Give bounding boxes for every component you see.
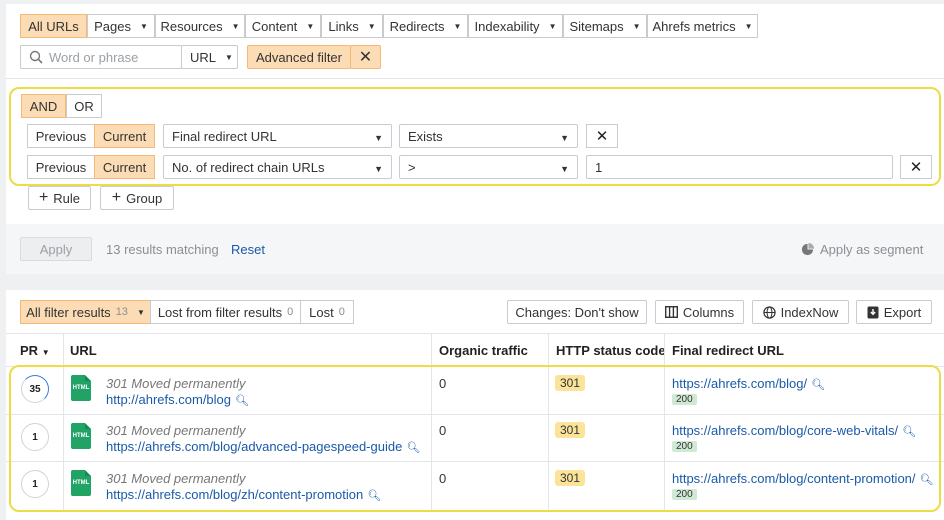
- scope-select[interactable]: URL ▼: [181, 45, 238, 69]
- tab-redirects[interactable]: Redirects ▼: [383, 14, 468, 38]
- all-filter-results-tab[interactable]: All filter results 13 ▼: [20, 300, 151, 324]
- chevron-down-icon: ▼: [374, 133, 383, 143]
- tab-links[interactable]: Links ▼: [321, 14, 383, 38]
- plus-icon: +: [111, 189, 122, 206]
- indexnow-button[interactable]: IndexNow: [752, 300, 849, 324]
- column-header-organic-traffic[interactable]: Organic traffic: [439, 343, 528, 358]
- chevron-down-icon: ▼: [306, 21, 315, 31]
- rows-highlight: [9, 365, 941, 512]
- tab-ahrefs-metrics[interactable]: Ahrefs metrics ▼: [647, 14, 758, 38]
- column-header-url[interactable]: URL: [70, 343, 97, 358]
- close-icon: ✕: [595, 128, 609, 145]
- rule2-remove-button[interactable]: ✕: [900, 155, 932, 179]
- chevron-down-icon: ▼: [453, 21, 462, 31]
- chevron-down-icon: ▼: [136, 307, 145, 317]
- rule1-current-button[interactable]: Current: [94, 124, 155, 148]
- rule1-previous-button[interactable]: Previous: [27, 124, 95, 148]
- pie-chart-icon: [801, 243, 814, 256]
- rule2-field-select[interactable]: No. of redirect chain URLs ▼: [163, 155, 392, 179]
- tab-content[interactable]: Content ▼: [245, 14, 321, 38]
- rule2-current-button[interactable]: Current: [94, 155, 155, 179]
- add-group-button[interactable]: + Group: [100, 186, 174, 210]
- lost-tab[interactable]: Lost 0: [300, 300, 354, 324]
- tab-indexability[interactable]: Indexability ▼: [468, 14, 563, 38]
- apply-button[interactable]: Apply: [20, 237, 92, 261]
- column-header-http-status[interactable]: HTTP status code: [556, 343, 666, 358]
- tab-resources[interactable]: Resources ▼: [155, 14, 245, 38]
- download-icon: [867, 306, 879, 318]
- changes-button[interactable]: Changes: Don't show: [507, 300, 647, 324]
- tab-sitemaps[interactable]: Sitemaps ▼: [563, 14, 647, 38]
- rule2-operator-select[interactable]: > ▼: [399, 155, 578, 179]
- sort-down-icon: ▼: [41, 348, 50, 357]
- rule2-previous-button[interactable]: Previous: [27, 155, 95, 179]
- close-icon: ✕: [909, 159, 923, 176]
- chevron-down-icon: ▼: [139, 21, 148, 31]
- column-header-pr[interactable]: PR ▼: [20, 343, 50, 358]
- chevron-down-icon: ▼: [548, 21, 557, 31]
- divider: [6, 78, 944, 79]
- columns-button[interactable]: Columns: [655, 300, 744, 324]
- column-header-final-redirect[interactable]: Final redirect URL: [672, 343, 784, 358]
- chevron-down-icon: ▼: [374, 164, 383, 174]
- logic-and-button[interactable]: AND: [21, 94, 66, 118]
- tab-all-urls[interactable]: All URLs: [20, 14, 87, 38]
- plus-icon: +: [38, 189, 49, 206]
- apply-segment-button[interactable]: Apply as segment: [801, 242, 923, 257]
- search-icon: [29, 50, 43, 64]
- chevron-down-icon: ▼: [225, 52, 233, 62]
- chevron-down-icon: ▼: [632, 21, 641, 31]
- results-matching-text: 13 results matching: [106, 242, 219, 257]
- advanced-filter-button[interactable]: Advanced filter: [247, 45, 351, 69]
- logic-or-button[interactable]: OR: [66, 94, 102, 118]
- search-input[interactable]: Word or phrase: [20, 45, 182, 69]
- chevron-down-icon: ▼: [560, 133, 569, 143]
- chevron-down-icon: ▼: [367, 21, 376, 31]
- rule1-field-select[interactable]: Final redirect URL ▼: [163, 124, 392, 148]
- close-icon: ✕: [358, 49, 373, 66]
- chevron-down-icon: ▼: [560, 164, 569, 174]
- columns-icon: [664, 306, 678, 318]
- rule2-value-input[interactable]: 1: [586, 155, 893, 179]
- reset-link[interactable]: Reset: [231, 242, 265, 257]
- chevron-down-icon: ▼: [744, 21, 753, 31]
- divider: [6, 333, 944, 334]
- rule1-operator-select[interactable]: Exists ▼: [399, 124, 578, 148]
- lost-from-filter-tab[interactable]: Lost from filter results 0: [150, 300, 301, 324]
- rule1-remove-button[interactable]: ✕: [586, 124, 618, 148]
- tab-pages[interactable]: Pages ▼: [87, 14, 155, 38]
- chevron-down-icon: ▼: [231, 21, 240, 31]
- globe-icon: [762, 305, 776, 319]
- add-rule-button[interactable]: + Rule: [28, 186, 91, 210]
- close-advanced-filter-button[interactable]: ✕: [350, 45, 381, 69]
- export-button[interactable]: Export: [856, 300, 932, 324]
